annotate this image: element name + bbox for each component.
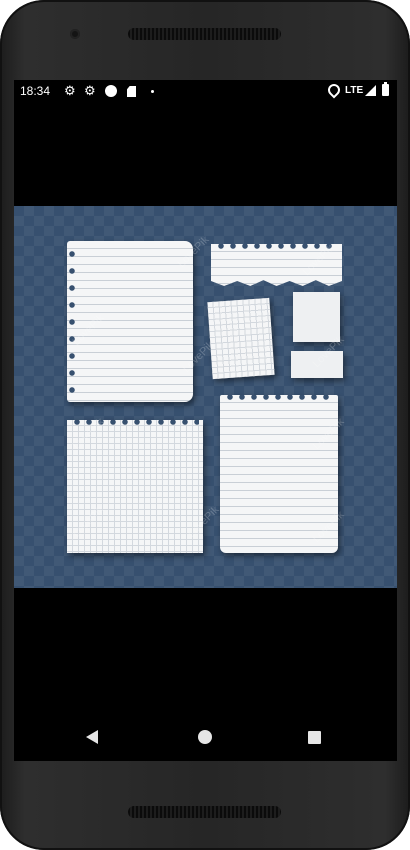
recents-icon[interactable] [308, 731, 321, 744]
navigation-bar [14, 704, 397, 754]
network-label: LTE [345, 85, 364, 96]
bottom-speaker [128, 806, 281, 818]
status-bar: 18:34 ⚙ ⚙ LTE [14, 80, 397, 102]
battery-icon [382, 82, 389, 96]
notepaper-image[interactable]: LovePik LovePik LovePik LovePik LovePik … [14, 206, 397, 588]
signal-icon [365, 85, 376, 96]
sd-card-icon [127, 86, 136, 97]
binder-holes [69, 251, 75, 401]
back-icon[interactable] [86, 730, 98, 744]
circle-icon [105, 85, 117, 97]
top-speaker [128, 28, 281, 40]
lined-notebook-page [67, 241, 193, 402]
grid-paper-scrap [207, 297, 275, 380]
binder-holes [226, 395, 334, 401]
gear-icon: ⚙ [64, 83, 76, 98]
home-icon[interactable] [198, 730, 212, 744]
front-camera [70, 29, 80, 39]
phone-frame: 18:34 ⚙ ⚙ LTE LovePik LovePik LovePik Lo… [0, 0, 410, 850]
dot-icon [151, 90, 154, 93]
screen: 18:34 ⚙ ⚙ LTE LovePik LovePik LovePik Lo… [14, 80, 397, 761]
location-icon [325, 81, 343, 99]
gear-icon: ⚙ [84, 83, 96, 98]
status-time: 18:34 [20, 84, 51, 98]
blank-paper-scrap [293, 292, 340, 342]
